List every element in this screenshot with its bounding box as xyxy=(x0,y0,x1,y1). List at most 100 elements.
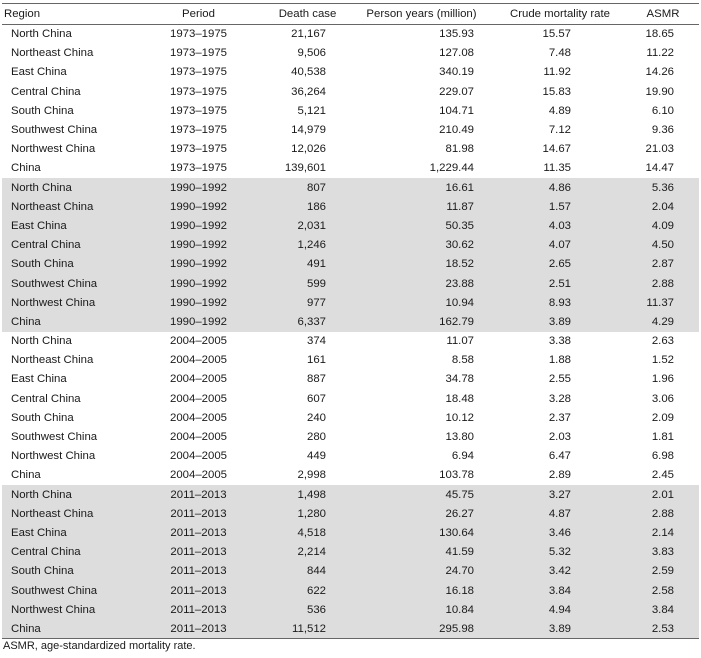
asmr-cell: 4.29 xyxy=(627,312,699,332)
table-row: East China 1990–1992 2,031 50.35 4.03 4.09 xyxy=(2,216,699,236)
asmr-cell: 3.84 xyxy=(627,600,699,620)
crude-rate-cell: 3.46 xyxy=(493,523,627,543)
asmr-cell: 2.63 xyxy=(651,335,674,348)
death-case-cell: 887 xyxy=(306,373,326,386)
crude-rate-cell: 11.35 xyxy=(543,162,571,175)
period-cell: 2011–2013 xyxy=(132,600,265,620)
table-row: East China 1973–1975 40,538 340.19 11.92 14.2… xyxy=(2,63,699,82)
asmr-cell: 11.22 xyxy=(646,47,674,60)
person-years-cell: 16.18 xyxy=(350,580,493,601)
death-case-cell: 2,998 xyxy=(297,469,326,482)
period-cell: 2004–2005 xyxy=(169,335,227,348)
period-cell: 2004–2005 xyxy=(169,373,227,386)
death-case-cell: 5,121 xyxy=(297,104,326,117)
crude-rate-cell: 11.92 xyxy=(543,66,571,79)
table-row: Central China 2004–2005 607 18.48 3.28 3.06 xyxy=(2,389,699,408)
crude-rate-cell: 4.03 xyxy=(493,216,627,236)
asmr-cell: 2.45 xyxy=(651,469,674,482)
crude-rate-cell: 15.83 xyxy=(542,85,571,98)
period-cell: 2004–2005 xyxy=(169,431,227,444)
table-row: Southwest China 2011–2013 622 16.18 3.84 2.58 xyxy=(2,580,699,601)
person-years-cell: 1,229.44 xyxy=(429,162,474,175)
person-years-cell: 26.27 xyxy=(350,504,493,524)
period-cell: 1990–1992 xyxy=(132,235,265,255)
death-case-cell: 599 xyxy=(265,273,350,294)
crude-rate-cell: 8.93 xyxy=(493,293,627,313)
region-cell: North China xyxy=(11,28,72,41)
region-cell: North China xyxy=(2,485,132,505)
crude-rate-cell: 2.03 xyxy=(548,431,571,444)
region-cell: North China xyxy=(11,335,72,348)
period-cell: 2011–2013 xyxy=(132,542,265,562)
death-case-cell: 977 xyxy=(265,293,350,313)
person-years-cell: 6.94 xyxy=(451,450,474,463)
table-row: Northwest China 1973–1975 12,026 81.98 14.67… xyxy=(2,140,699,159)
asmr-cell: 6.98 xyxy=(651,450,674,463)
asmr-cell: 11.37 xyxy=(627,293,699,313)
table-row: North China 1990–1992 807 16.61 4.86 5.36 xyxy=(2,178,699,198)
period-cell: 2004–2005 xyxy=(169,354,227,367)
person-years-cell: 11.07 xyxy=(446,335,474,348)
period-cell: 1990–1992 xyxy=(132,197,265,217)
region-cell: China xyxy=(2,619,132,640)
person-years-cell: 10.12 xyxy=(445,411,474,424)
period-cell: 2011–2013 xyxy=(132,504,265,524)
crude-rate-cell: 6.47 xyxy=(548,450,571,463)
crude-rate-cell: 7.12 xyxy=(548,124,571,137)
asmr-cell: 2.58 xyxy=(627,580,699,601)
asmr-cell: 1.81 xyxy=(651,431,674,444)
region-cell: China xyxy=(2,312,132,332)
crude-rate-cell: 4.86 xyxy=(493,178,627,198)
crude-rate-cell: 2.51 xyxy=(493,273,627,294)
table-row: North China 2004–2005 374 11.07 3.38 2.63 xyxy=(2,332,699,351)
person-years-cell: 41.59 xyxy=(350,542,493,562)
table-row: North China 2011–2013 1,498 45.75 3.27 2.01 xyxy=(2,485,699,505)
region-cell: Southwest China xyxy=(2,580,132,601)
region-cell: China xyxy=(11,469,41,482)
period-cell: 2004–2005 xyxy=(169,450,227,463)
asmr-cell: 3.06 xyxy=(651,392,674,405)
region-cell: Northeast China xyxy=(2,197,132,217)
death-case-cell: 622 xyxy=(265,580,350,601)
asmr-cell: 2.14 xyxy=(627,523,699,543)
period-cell: 1973–1975 xyxy=(169,66,227,79)
asmr-cell: 2.88 xyxy=(627,504,699,524)
mortality-table: Region Period Death case Person years (m… xyxy=(2,3,699,640)
table-row: Central China 1973–1975 36,264 229.07 15.83 1… xyxy=(2,82,699,101)
table-row: Southwest China 2004–2005 280 13.80 2.03 1.81 xyxy=(2,427,699,446)
document-page: Region Period Death case Person years (m… xyxy=(0,0,701,658)
person-years-cell: 16.61 xyxy=(350,178,493,198)
death-case-cell: 186 xyxy=(265,197,350,217)
asmr-cell: 2.04 xyxy=(627,197,699,217)
death-case-cell: 2,031 xyxy=(265,216,350,236)
region-cell: Northeast China xyxy=(11,354,94,367)
region-cell: Central China xyxy=(2,542,132,562)
region-cell: East China xyxy=(11,66,67,79)
crude-rate-cell: 2.37 xyxy=(548,411,571,424)
person-years-cell: 104.71 xyxy=(439,104,474,117)
person-years-cell: 18.48 xyxy=(445,392,474,405)
crude-rate-cell: 1.88 xyxy=(548,354,571,367)
death-case-cell: 6,337 xyxy=(265,312,350,332)
crude-rate-cell: 3.89 xyxy=(493,619,627,640)
table-row: China 1973–1975 139,601 1,229.44 11.35 14.47 xyxy=(2,159,699,178)
region-cell: North China xyxy=(2,178,132,198)
crude-rate-cell: 2.65 xyxy=(493,254,627,274)
person-years-cell: 30.62 xyxy=(350,235,493,255)
asmr-cell: 9.36 xyxy=(651,124,674,137)
region-cell: Central China xyxy=(2,235,132,255)
table-row: South China 1973–1975 5,121 104.71 4.89 6.10 xyxy=(2,101,699,120)
death-case-cell: 807 xyxy=(265,178,350,198)
table-row: East China 2011–2013 4,518 130.64 3.46 2.14 xyxy=(2,523,699,543)
period-cell: 1990–1992 xyxy=(132,312,265,332)
header-crude-mortality-rate: Crude mortality rate xyxy=(493,3,627,25)
header-region: Region xyxy=(2,3,132,25)
region-cell: South China xyxy=(11,104,74,117)
period-cell: 2004–2005 xyxy=(169,392,227,405)
death-case-cell: 161 xyxy=(306,354,326,367)
period-cell: 1973–1975 xyxy=(169,85,227,98)
person-years-cell: 229.07 xyxy=(439,85,474,98)
crude-rate-cell: 2.55 xyxy=(548,373,571,386)
asmr-cell: 2.09 xyxy=(651,411,674,424)
death-case-cell: 36,264 xyxy=(291,85,326,98)
